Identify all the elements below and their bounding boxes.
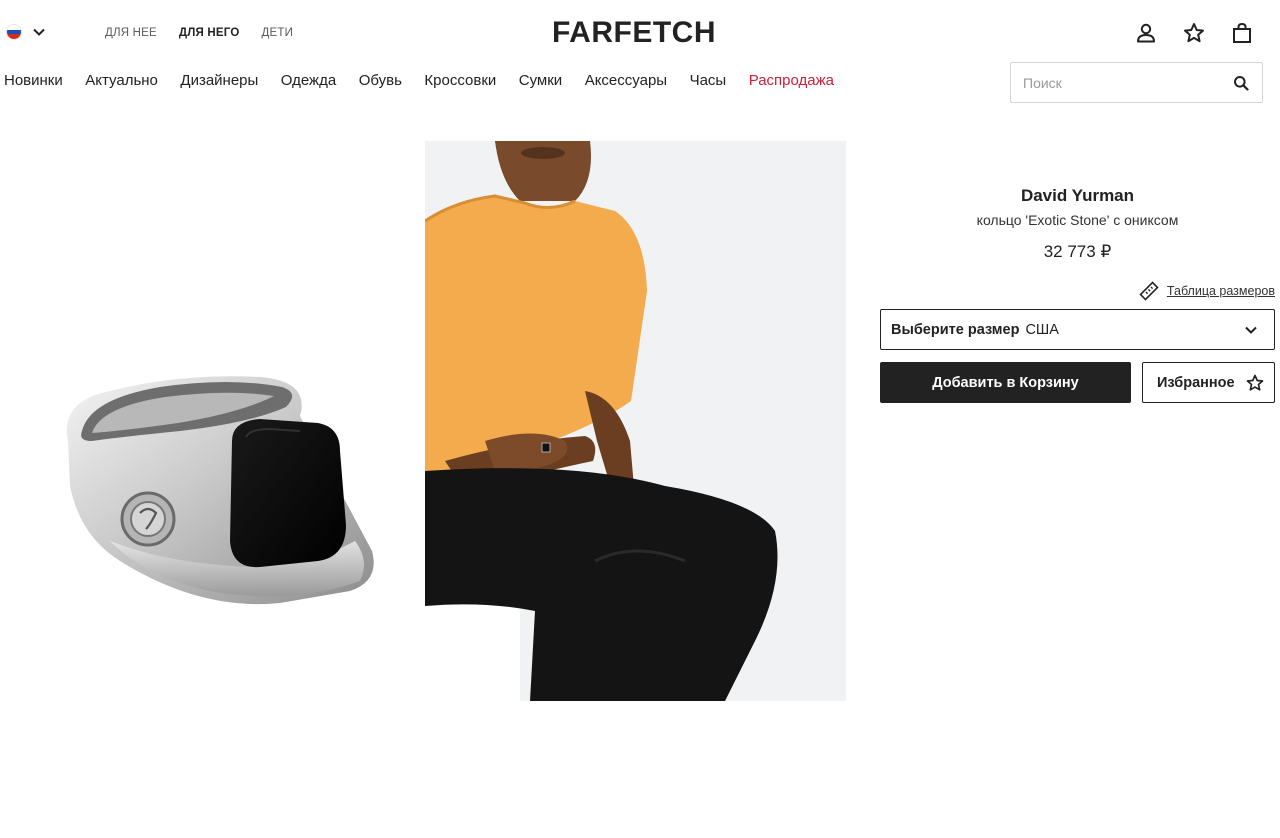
nav-item-clothing[interactable]: Одежда [281, 72, 336, 89]
account-icons [1134, 21, 1254, 45]
search-icon[interactable] [1233, 75, 1249, 91]
nav-item-watches[interactable]: Часы [690, 72, 727, 89]
locale-selector[interactable] [6, 24, 46, 40]
product-brand[interactable]: David Yurman [880, 186, 1275, 206]
tab-kids[interactable]: ДЕТИ [262, 27, 294, 39]
size-guide-link[interactable]: Таблица размеров [1139, 281, 1275, 301]
russia-flag-icon [6, 24, 22, 40]
account-icon[interactable] [1134, 21, 1158, 45]
star-icon [1246, 374, 1264, 391]
nav-item-trending[interactable]: Актуально [85, 72, 158, 89]
product-info: David Yurman кольцо 'Exotic Stone' с они… [880, 186, 1275, 403]
search-box [1010, 62, 1263, 103]
tab-for-her[interactable]: ДЛЯ НЕЕ [105, 27, 157, 39]
size-select-value: США [1025, 321, 1059, 338]
main-nav: Новинки Актуально Дизайнеры Одежда Обувь… [4, 72, 857, 89]
ring-illustration [66, 376, 374, 605]
nav-item-shoes[interactable]: Обувь [359, 72, 402, 89]
chevron-down-icon [33, 28, 45, 36]
nav-item-bags[interactable]: Сумки [519, 72, 562, 89]
nav-item-designers[interactable]: Дизайнеры [180, 72, 258, 89]
product-image-ring[interactable] [0, 141, 420, 701]
top-bar: ДЛЯ НЕЕ ДЛЯ НЕГО ДЕТИ FARFETCH [0, 0, 1280, 66]
nav-item-new[interactable]: Новинки [4, 72, 63, 89]
ruler-icon [1139, 281, 1159, 301]
product-image-model[interactable] [425, 141, 846, 701]
bag-icon[interactable] [1230, 21, 1254, 45]
search-input[interactable] [1011, 63, 1226, 102]
wishlist-button-label: Избранное [1157, 374, 1235, 391]
gender-tabs: ДЛЯ НЕЕ ДЛЯ НЕГО ДЕТИ [105, 27, 293, 39]
tab-for-him[interactable]: ДЛЯ НЕГО [179, 27, 240, 39]
size-select[interactable]: Выберите размер США [880, 309, 1275, 350]
wishlist-star-icon[interactable] [1182, 21, 1206, 45]
nav-item-sneakers[interactable]: Кроссовки [424, 72, 496, 89]
nav-item-sale[interactable]: Распродажа [749, 72, 834, 89]
wishlist-button[interactable]: Избранное [1142, 362, 1275, 403]
chevron-down-icon [1245, 326, 1257, 334]
nav-item-accessories[interactable]: Аксессуары [585, 72, 667, 89]
model-photo-illustration [425, 141, 846, 701]
product-name: кольцо 'Exotic Stone' с ониксом [976, 212, 1179, 228]
product-price: 32 773 ₽ [1043, 242, 1112, 261]
size-guide-label: Таблица размеров [1166, 284, 1275, 298]
add-to-cart-button[interactable]: Добавить в Корзину [880, 362, 1131, 403]
size-select-label: Выберите размер [891, 321, 1020, 338]
farfetch-logo[interactable]: FARFETCH [538, 16, 730, 50]
